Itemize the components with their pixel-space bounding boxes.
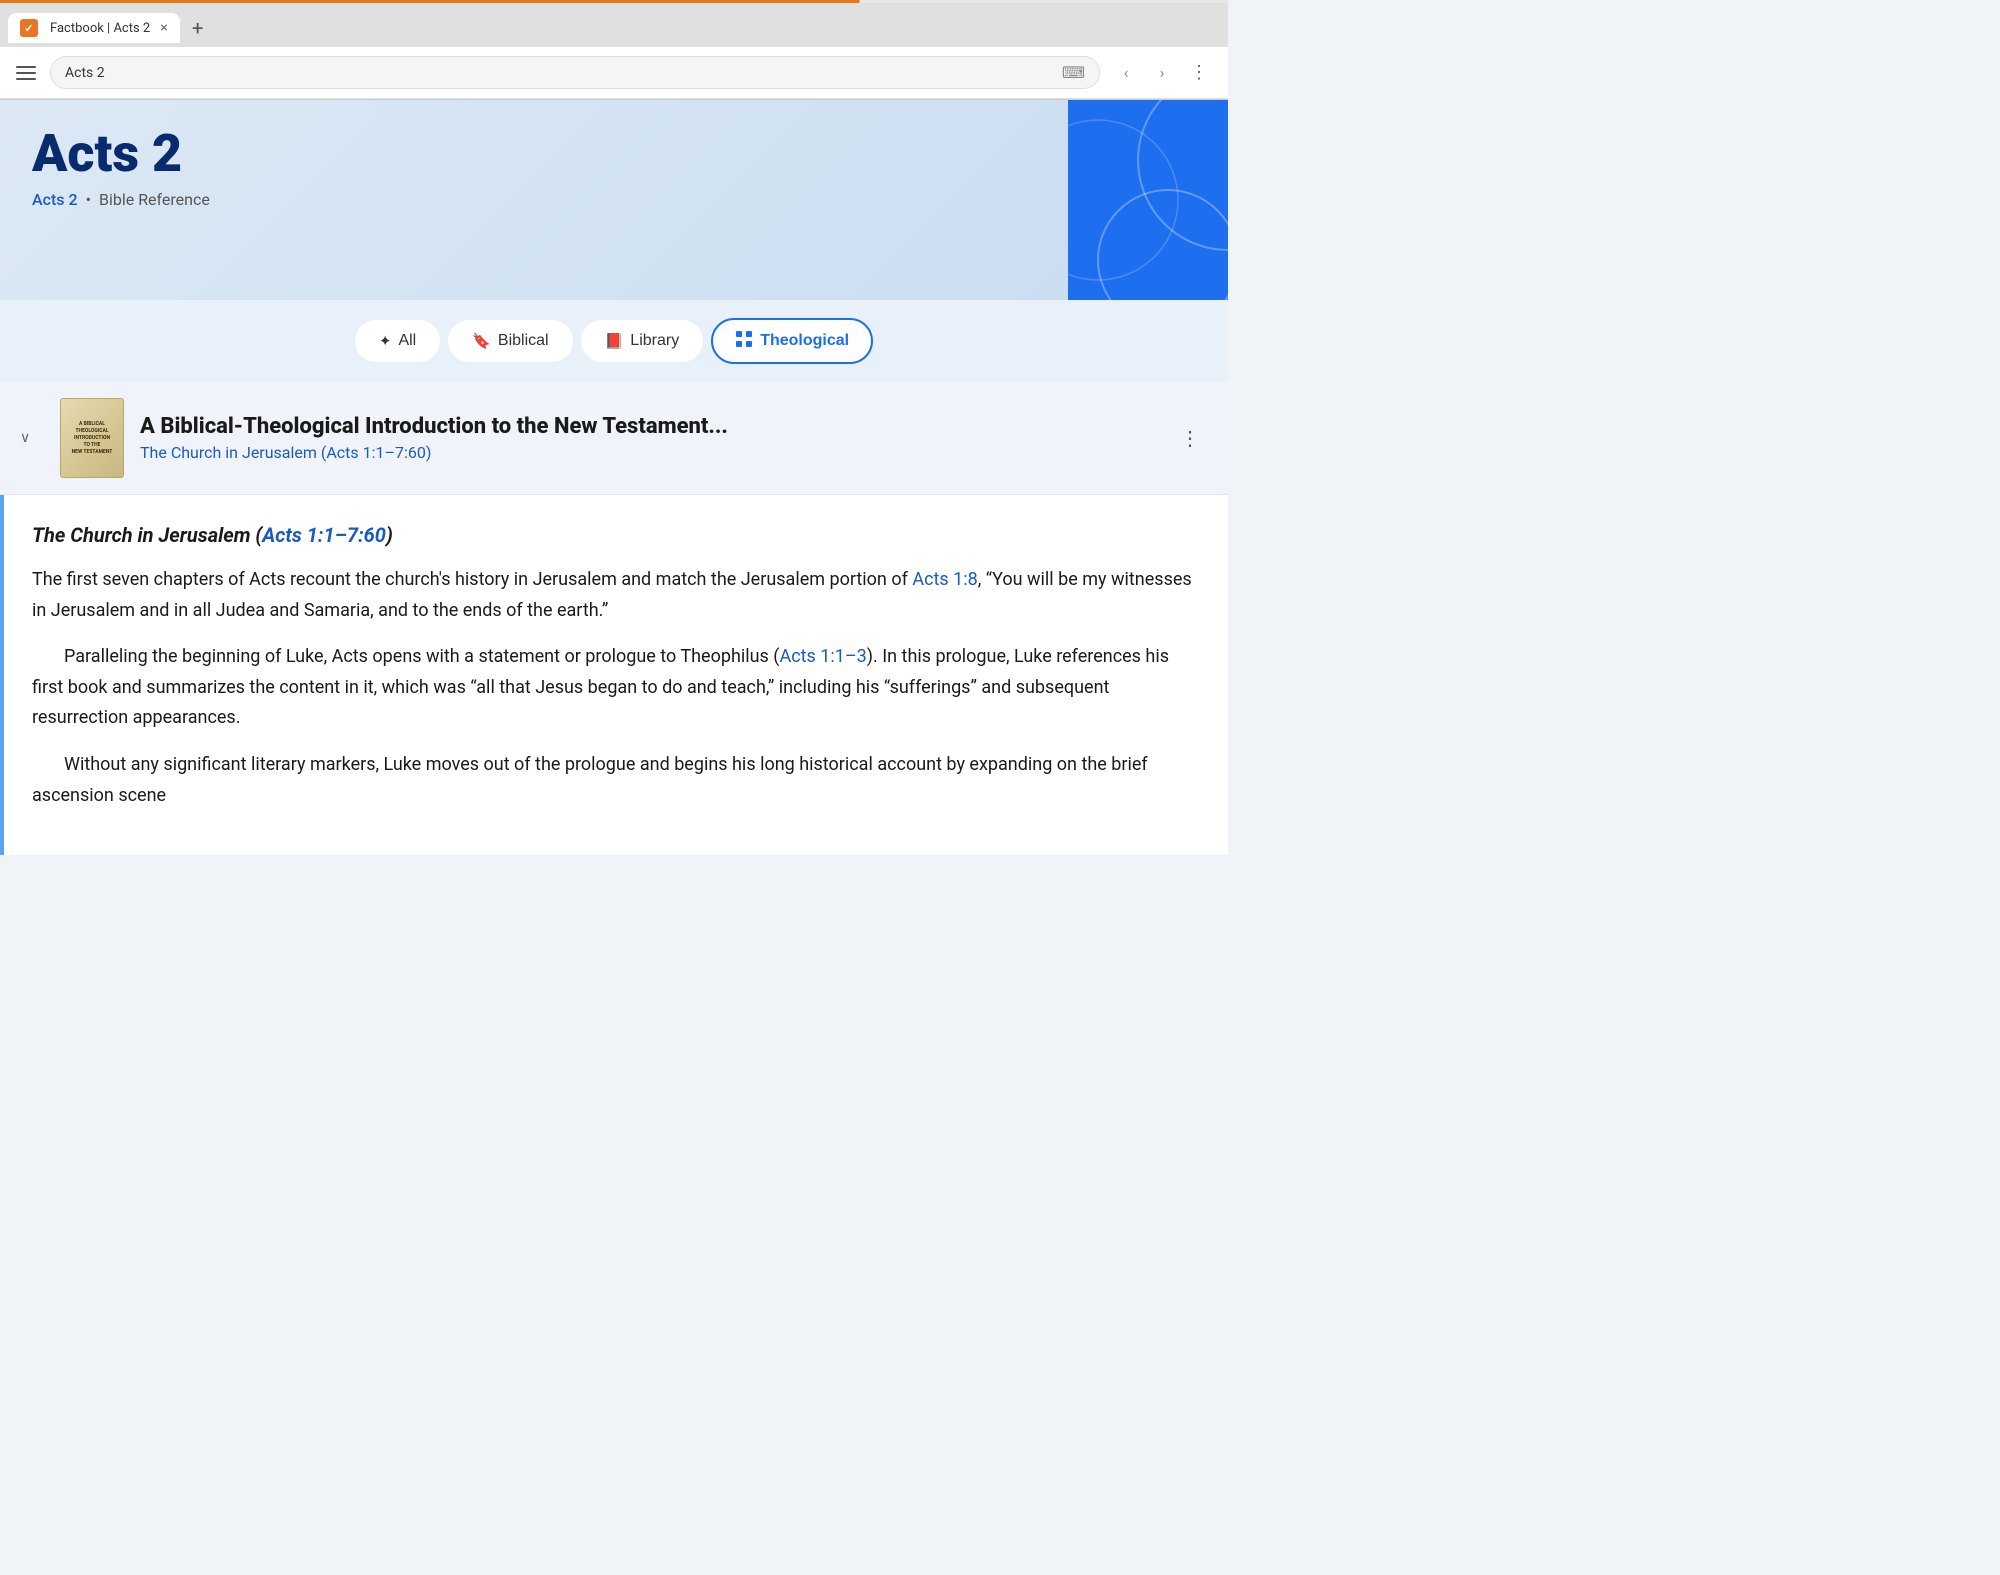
address-text: Acts 2 (65, 65, 1054, 81)
filter-library-button[interactable]: 📕 Library (581, 320, 704, 362)
para1-text: The first seven chapters of Acts recount… (32, 569, 912, 590)
header-decoration (1068, 100, 1228, 300)
entry-more-button[interactable]: ⋮ (1172, 422, 1208, 454)
theological-icon (735, 330, 753, 352)
heading-suffix: ) (386, 523, 393, 547)
keyboard-icon[interactable]: ⌨ (1062, 63, 1085, 82)
book-icon: 📕 (605, 332, 624, 350)
tab-favicon (20, 19, 38, 37)
filter-bar: ✦ All 🔖 Biblical 📕 Library Theological (0, 300, 1228, 382)
filter-theological-button[interactable]: Theological (711, 318, 873, 364)
tab-close-button[interactable]: × (160, 20, 167, 36)
tab-label: Factbook | Acts 2 (50, 21, 150, 36)
nav-controls: ‹ › ⋮ (1110, 57, 1216, 89)
para3-text: Without any significant literary markers… (32, 754, 1148, 806)
heading-prefix: The Church in Jerusalem ( (32, 523, 262, 547)
book-entry-header: ∨ A BIBLICAL THEOLOGICAL INTRODUCTION TO… (0, 382, 1228, 495)
section-heading: The Church in Jerusalem (Acts 1:1–7:60) (32, 523, 1196, 547)
book-subtitle-link[interactable]: The Church in Jerusalem (Acts 1:1–7:60) (140, 443, 431, 462)
acts-1-8-link[interactable]: Acts 1:8 (912, 569, 977, 590)
address-bar[interactable]: Acts 2 ⌨ (50, 56, 1100, 89)
browser-chrome: Factbook | Acts 2 × + Acts 2 ⌨ ‹ › ⋮ (0, 0, 1228, 100)
page-header: Acts 2 Acts 2 • Bible Reference (0, 100, 1228, 300)
hamburger-menu[interactable] (12, 62, 40, 84)
para2-text: Paralleling the beginning of Luke, Acts … (64, 646, 779, 667)
filter-theological-label: Theological (760, 332, 849, 350)
filter-all-button[interactable]: ✦ All (355, 320, 440, 362)
paragraph-1: The first seven chapters of Acts recount… (32, 565, 1196, 626)
forward-button[interactable]: › (1146, 57, 1178, 89)
book-cover-thumbnail: A BIBLICAL THEOLOGICAL INTRODUCTION TO T… (60, 398, 124, 478)
book-info: A Biblical-Theological Introduction to t… (140, 414, 1156, 462)
filter-biblical-button[interactable]: 🔖 Biblical (448, 320, 572, 362)
heading-link[interactable]: Acts 1:1–7:60 (262, 523, 386, 547)
browser-menu-button[interactable]: ⋮ (1182, 58, 1216, 87)
tab-bar: Factbook | Acts 2 × + (0, 3, 1228, 47)
breadcrumb-link[interactable]: Acts 2 (32, 190, 78, 209)
breadcrumb-separator: • (86, 190, 91, 209)
breadcrumb-text: Bible Reference (99, 190, 210, 209)
content-area: ∨ A BIBLICAL THEOLOGICAL INTRODUCTION TO… (0, 382, 1228, 855)
acts-1-1-3-link[interactable]: Acts 1:1–3 (779, 646, 866, 667)
new-tab-button[interactable]: + (184, 14, 212, 42)
nav-bar: Acts 2 ⌨ ‹ › ⋮ (0, 47, 1228, 99)
active-tab[interactable]: Factbook | Acts 2 × (8, 13, 180, 43)
expand-button[interactable]: ∨ (20, 430, 44, 446)
book-title: A Biblical-Theological Introduction to t… (140, 414, 1156, 439)
filter-all-label: All (398, 332, 416, 350)
back-button[interactable]: ‹ (1110, 57, 1142, 89)
breadcrumb: Acts 2 • Bible Reference (32, 190, 1196, 209)
filter-library-label: Library (630, 332, 679, 350)
reading-content: The Church in Jerusalem (Acts 1:1–7:60) … (0, 495, 1228, 855)
page-title: Acts 2 (32, 128, 1196, 180)
progress-bar (0, 0, 1228, 3)
bookmark-icon: 🔖 (472, 332, 491, 350)
filter-biblical-label: Biblical (498, 332, 549, 350)
paragraph-2: Paralleling the beginning of Luke, Acts … (32, 642, 1196, 734)
paragraph-3: Without any significant literary markers… (32, 750, 1196, 811)
sparkle-icon: ✦ (379, 332, 392, 350)
